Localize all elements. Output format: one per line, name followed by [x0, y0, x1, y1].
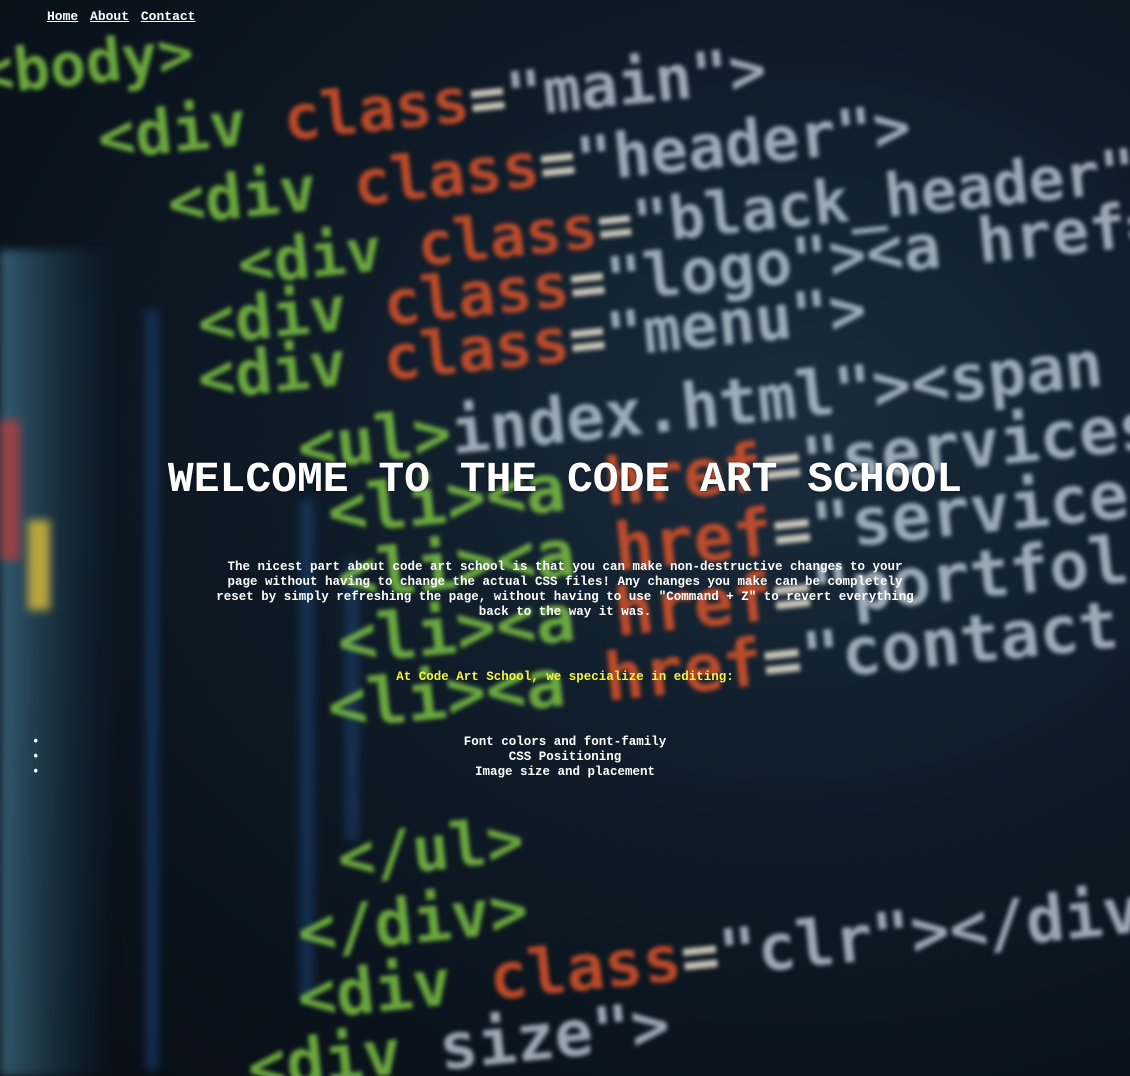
- list-item: • Image size and placement: [32, 765, 656, 779]
- indent-guide: [145, 310, 159, 1070]
- specialize-heading: At Code Art School, we specialize in edi…: [396, 670, 734, 684]
- list-item: • Font colors and font-family: [32, 735, 667, 749]
- nav-link-home[interactable]: Home: [47, 9, 78, 24]
- background-code-image: <body> <div class="main"> <div class="head…: [0, 0, 1130, 1076]
- skills-list: • Font colors and font-family • CSS Positi…: [32, 735, 1130, 780]
- nav-link-about[interactable]: About: [90, 9, 129, 24]
- nav-link-contact[interactable]: Contact: [141, 9, 196, 24]
- editor-edge-glow: [0, 250, 120, 1076]
- page-title: WELCOME TO THE CODE ART SCHOOL: [167, 455, 963, 504]
- code-background-illustration: <body><div class="main"><div class="head…: [0, 18, 1130, 1076]
- top-navigation: Home About Contact: [47, 9, 199, 24]
- editor-edge-yellow-mark: [28, 520, 50, 610]
- list-item: • CSS Positioning: [32, 750, 622, 764]
- intro-paragraph: The nicest part about code art school is…: [216, 560, 914, 619]
